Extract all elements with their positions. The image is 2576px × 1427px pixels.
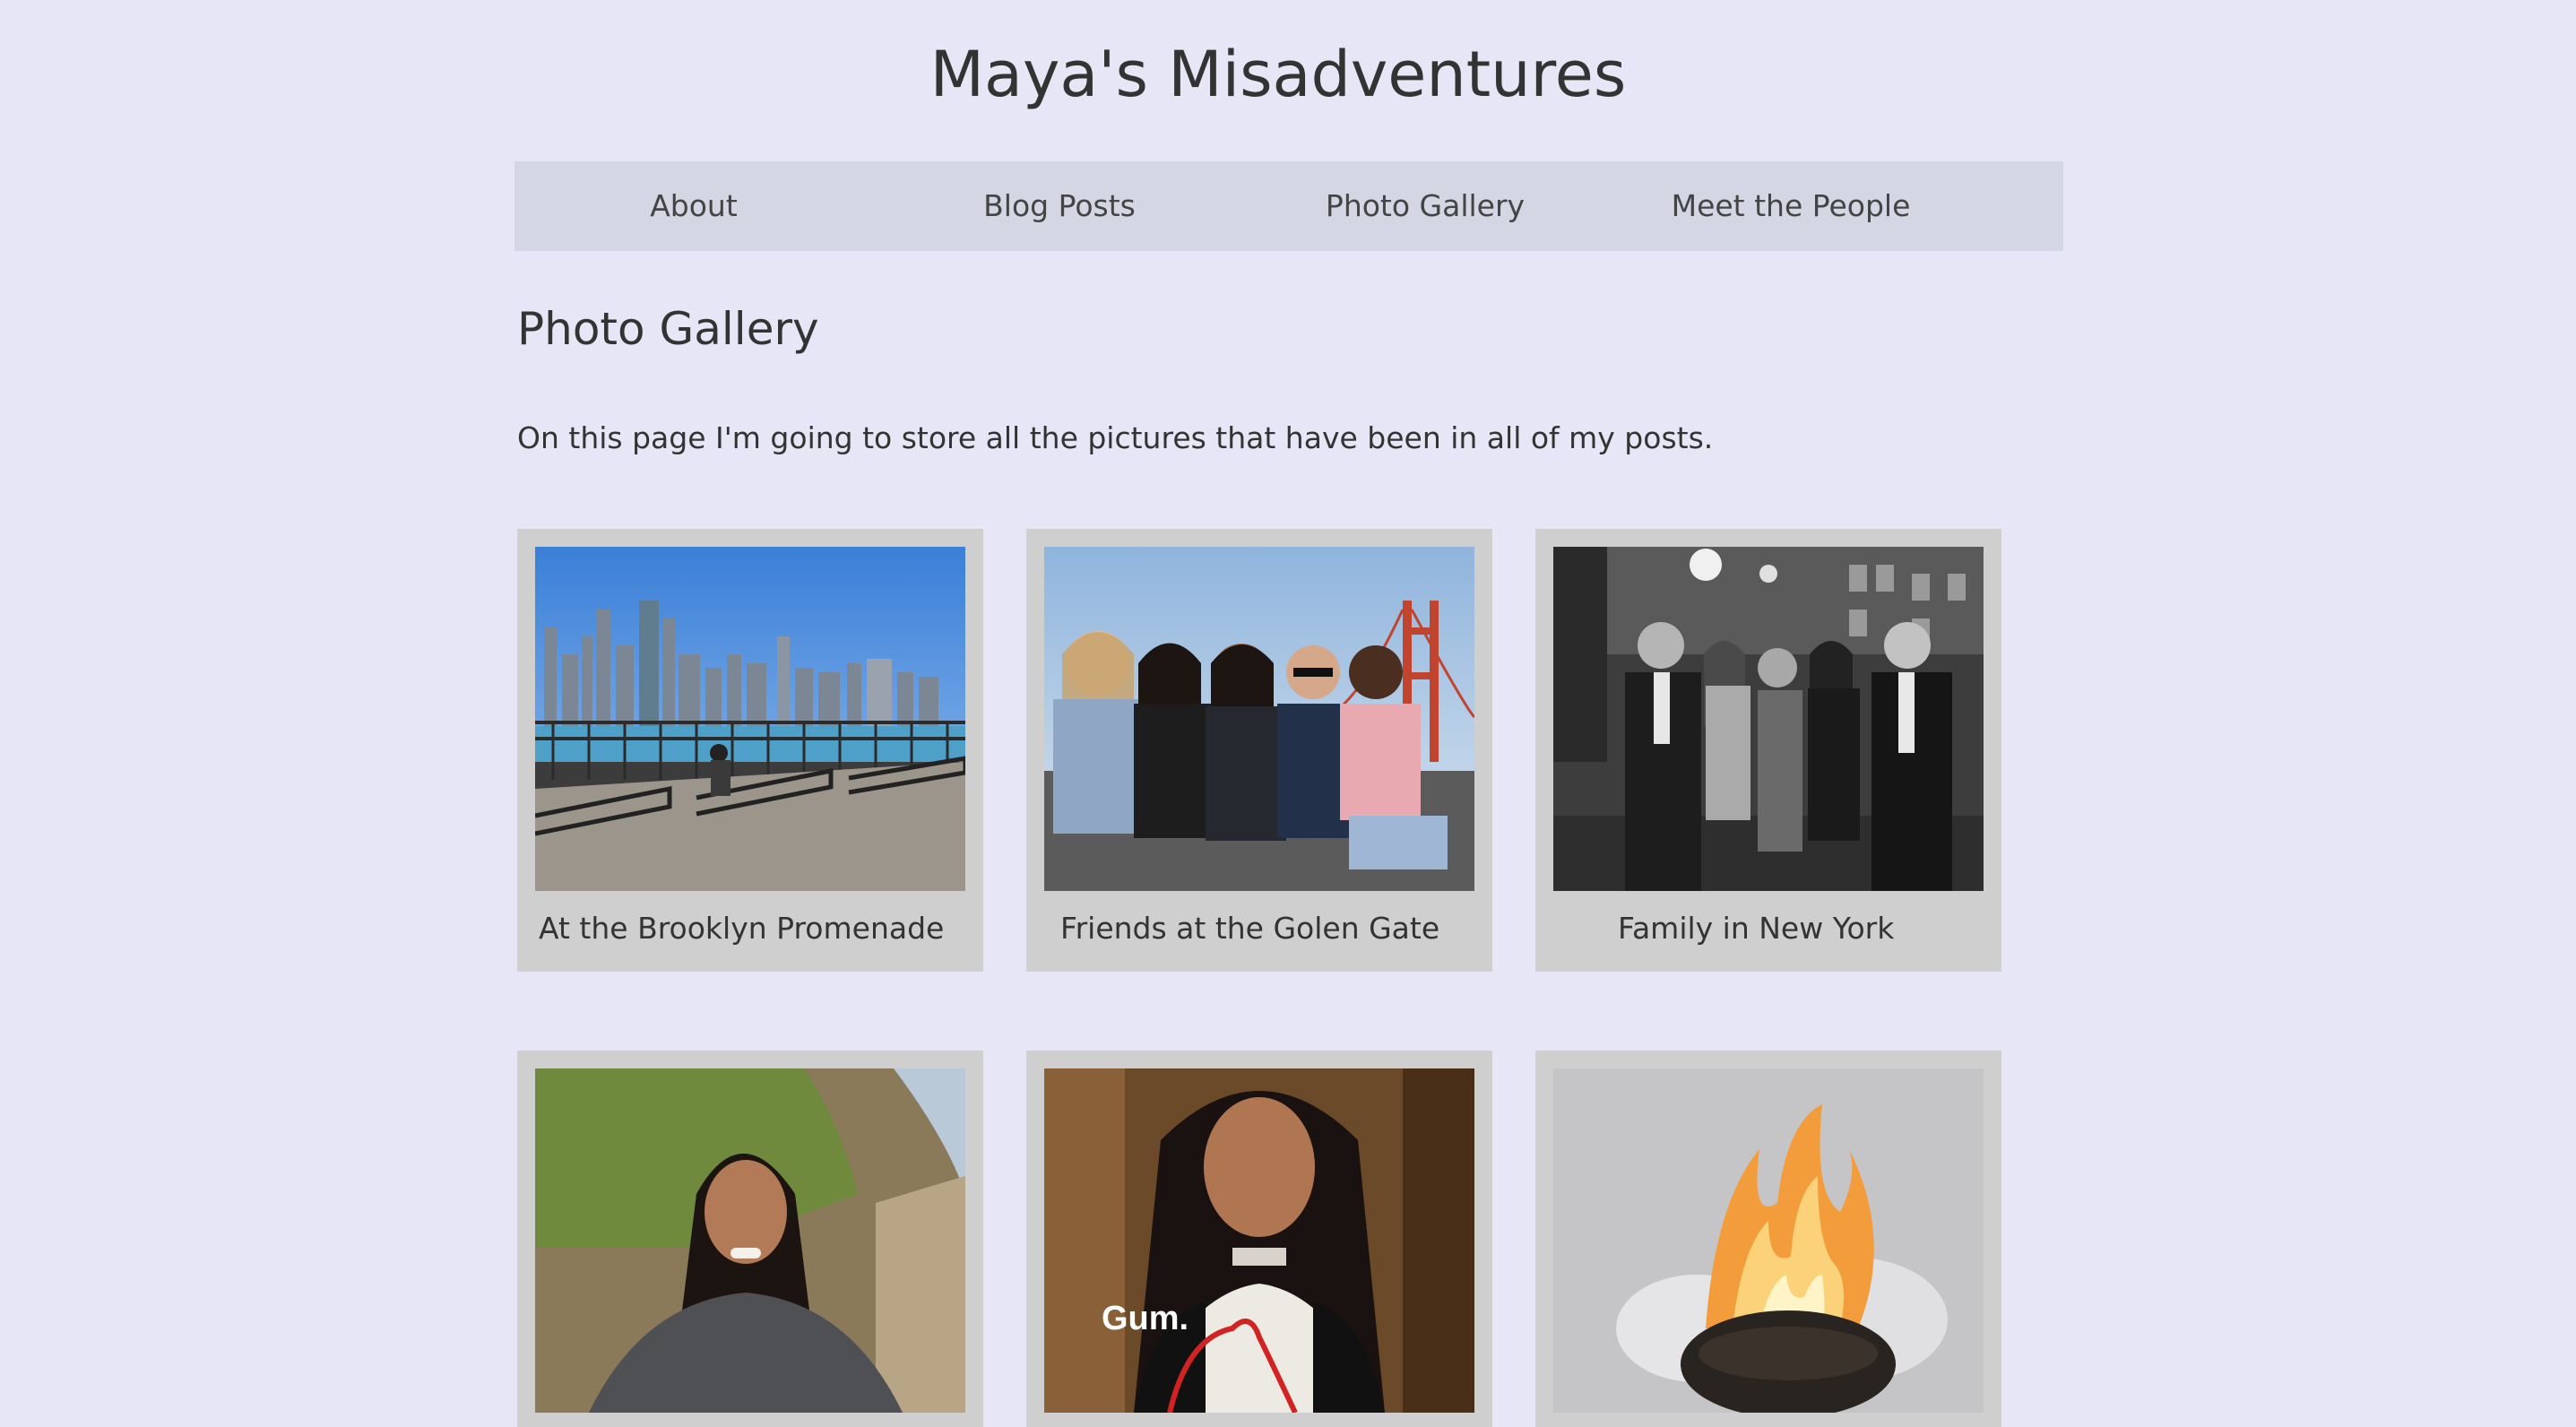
photo-brooklyn-promenade[interactable] [535,547,965,891]
caption-family: Family in New York [1618,911,1895,946]
photo-friends-golden-gate[interactable] [1044,547,1474,891]
page-intro: On this page I'm going to store all the … [517,420,1714,455]
gallery-card-family: Family in New York [1535,529,2001,972]
page-heading: Photo Gallery [517,303,819,355]
main-nav: About Blog Posts Photo Gallery Meet the … [514,161,2063,251]
photo-fire-image [1553,1068,1984,1413]
gallery-card-brooklyn: At the Brooklyn Promenade [517,529,983,972]
gum-overlay-text: Gum. [1102,1300,1189,1337]
photo-family-new-york[interactable] [1553,547,1984,891]
nav-photo-gallery[interactable]: Photo Gallery [1246,161,1604,251]
photo-family-image [1553,547,1984,891]
nav-meet-the-people[interactable]: Meet the People [1612,161,1970,251]
nav-blog-posts[interactable]: Blog Posts [880,161,1239,251]
gallery-card-gum: Gum. [1026,1051,1492,1427]
photo-portrait-image [535,1068,965,1413]
caption-golden-gate: Friends at the Golen Gate [1060,911,1440,946]
photo-burning-hair[interactable] [1553,1068,1984,1413]
photo-gum-image [1044,1068,1474,1413]
gallery-card-portrait [517,1051,983,1427]
photo-brooklyn-image [535,547,965,891]
gallery-card-golden-gate: Friends at the Golen Gate [1026,529,1492,972]
photo-gum-meme[interactable]: Gum. [1044,1068,1474,1413]
site-title: Maya's Misadventures [929,38,1627,111]
nav-about[interactable]: About [514,161,873,251]
caption-brooklyn: At the Brooklyn Promenade [539,911,945,946]
photo-golden-gate-image [1044,547,1474,891]
gallery-card-fire [1535,1051,2001,1427]
photo-portrait-hillside[interactable] [535,1068,965,1413]
